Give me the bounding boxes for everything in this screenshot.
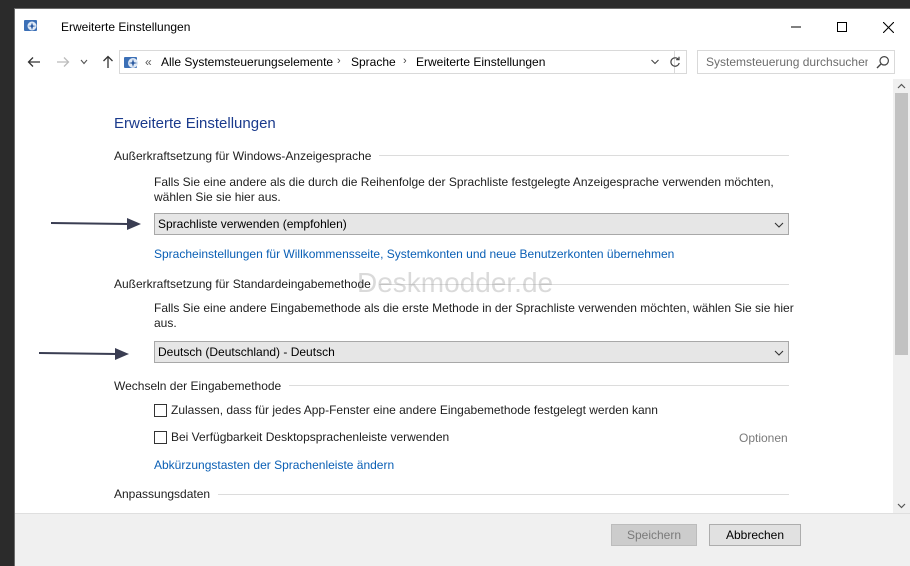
close-button[interactable] (865, 9, 910, 45)
chevron-down-icon (80, 59, 88, 65)
dialog-footer: Speichern Abbrechen (15, 513, 910, 566)
chevron-down-icon (774, 350, 784, 356)
breadcrumb-separator-icon[interactable]: › (403, 55, 407, 67)
forward-button[interactable] (52, 51, 74, 73)
select-value: Sprachliste verwenden (empfohlen) (158, 217, 347, 231)
annotation-arrow-icon (38, 348, 129, 360)
section-description: Falls Sie eine andere als die durch die … (154, 175, 774, 204)
breadcrumb-item[interactable]: Erweiterte Einstellungen (416, 55, 545, 69)
section-heading: Außerkraftsetzung für Windows-Anzeigespr… (114, 149, 380, 163)
annotation-arrow-icon (50, 218, 141, 230)
per-app-input-checkbox[interactable] (154, 404, 167, 417)
breadcrumb-separator-icon[interactable]: › (337, 55, 341, 67)
recent-locations-button[interactable] (77, 51, 91, 73)
section-heading: Anpassungsdaten (114, 487, 219, 501)
section-description: Falls Sie eine andere Eingabemethode als… (154, 301, 794, 330)
cancel-button[interactable]: Abbrechen (709, 524, 801, 546)
breadcrumb-item[interactable]: Sprache (351, 55, 396, 69)
arrow-left-icon (27, 57, 40, 67)
vertical-scrollbar[interactable] (893, 79, 910, 513)
maximize-icon (837, 22, 847, 32)
minimize-button[interactable] (773, 9, 819, 45)
minimize-icon (791, 26, 801, 28)
arrow-right-icon (57, 57, 70, 67)
display-language-select[interactable]: Sprachliste verwenden (empfohlen) (154, 213, 789, 235)
scroll-up-icon[interactable] (897, 83, 906, 89)
watermark: Deskmodder.de (357, 267, 554, 298)
select-value: Deutsch (Deutschland) - Deutsch (158, 345, 335, 359)
checkbox-label[interactable]: Zulassen, dass für jedes App-Fenster ein… (171, 403, 658, 417)
maximize-button[interactable] (819, 9, 865, 45)
breadcrumb-overflow[interactable]: « (145, 55, 152, 69)
search-input[interactable] (698, 51, 868, 73)
up-button[interactable] (97, 51, 119, 73)
content-area: Erweiterte Einstellungen Außerkraftsetzu… (15, 79, 893, 513)
title-bar: Erweiterte Einstellungen (15, 9, 910, 45)
control-panel-icon (124, 57, 138, 68)
refresh-button[interactable] (663, 50, 687, 74)
checkbox-label[interactable]: Bei Verfügbarkeit Desktopsprachenleiste … (171, 430, 449, 444)
window: Erweiterte Einstellungen « Alle Systemst… (14, 8, 910, 566)
chevron-down-icon (774, 222, 784, 228)
input-method-select[interactable]: Deutsch (Deutschland) - Deutsch (154, 341, 789, 363)
search-icon[interactable] (876, 55, 890, 69)
scroll-down-icon[interactable] (897, 503, 906, 509)
apply-language-settings-link[interactable]: Spracheinstellungen für Willkommensseite… (154, 247, 674, 261)
save-button[interactable]: Speichern (611, 524, 697, 546)
arrow-up-icon (103, 55, 113, 68)
window-title: Erweiterte Einstellungen (61, 20, 191, 34)
back-button[interactable] (23, 51, 45, 73)
refresh-icon (669, 56, 680, 67)
navigation-bar: « Alle Systemsteuerungselemente › Sprach… (15, 45, 910, 79)
breadcrumb-item[interactable]: Alle Systemsteuerungselemente (161, 55, 333, 69)
control-panel-icon (24, 20, 37, 31)
section-heading: Außerkraftsetzung für Standardeingabemet… (114, 277, 379, 291)
page-title: Erweiterte Einstellungen (114, 115, 276, 132)
chevron-down-icon[interactable] (650, 57, 660, 67)
section-heading: Wechseln der Eingabemethode (114, 379, 290, 393)
options-link[interactable]: Optionen (739, 431, 788, 445)
desktop-language-bar-checkbox[interactable] (154, 431, 167, 444)
search-box[interactable] (697, 50, 895, 74)
language-bar-hotkeys-link[interactable]: Abkürzungstasten der Sprachenleiste ände… (154, 458, 394, 472)
address-bar[interactable]: « Alle Systemsteuerungselemente › Sprach… (119, 50, 675, 74)
close-icon (882, 21, 894, 33)
scrollbar-thumb[interactable] (895, 93, 908, 355)
